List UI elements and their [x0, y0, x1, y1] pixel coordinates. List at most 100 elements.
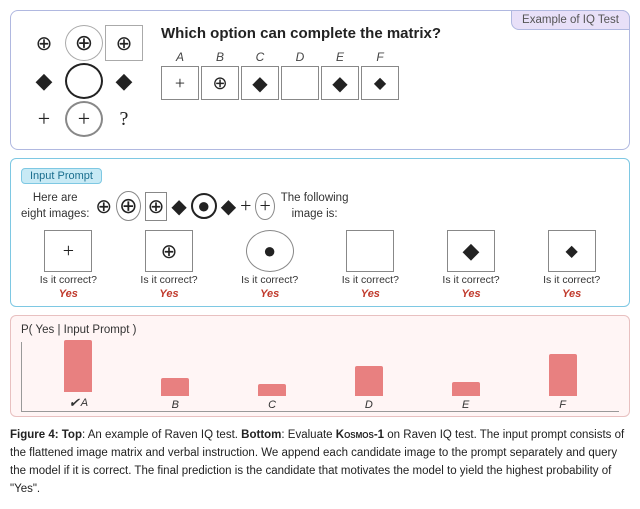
prob-bar-label-e: E — [462, 399, 469, 411]
caption-top-text: : An example of Raven IQ test. — [82, 429, 238, 441]
candidate-box-a: + — [44, 230, 92, 272]
option-box-a: + — [161, 66, 199, 100]
option-label-b: B — [216, 50, 224, 64]
prob-bar-group-f: F — [514, 354, 611, 411]
option-label-e: E — [336, 50, 344, 64]
candidate-box-f: ◆ — [548, 230, 596, 272]
prob-bar-e — [452, 382, 480, 396]
checkmark-icon: ✔ — [69, 395, 80, 411]
prompt-sym-crosshair1: ⊕ — [95, 194, 112, 219]
figure-caption: Figure 4: Top: An example of Raven IQ te… — [10, 427, 630, 498]
candidate-yes-b: Yes — [159, 288, 178, 300]
prob-chart: ✔A B C D E F — [21, 342, 619, 412]
candidate-box-b: ⊕ — [145, 230, 193, 272]
option-box-c: ◆ — [241, 66, 279, 100]
option-box-b: ⊕ — [201, 66, 239, 100]
prompt-sym-diamond1: ◆ — [171, 194, 186, 219]
prob-bar-b — [161, 378, 189, 396]
prob-bar-group-d: D — [320, 366, 417, 411]
matrix-cell-r2c1: ◆ — [25, 63, 63, 99]
prompt-badge: Input Prompt — [21, 168, 102, 184]
prompt-right-label: The following image is: — [281, 190, 349, 222]
prob-panel: P( Yes | Input Prompt ) ✔A B C D E — [10, 315, 630, 417]
matrix-cell-r3c3: ? — [105, 101, 143, 137]
option-box-e: ◆ — [321, 66, 359, 100]
option-box-d — [281, 66, 319, 100]
iq-top-section: ⊕ ⊕ ⊕ ◆ ◆ + + ? Which option can complet… — [25, 21, 615, 137]
candidate-row: + Is it correct? Yes ⊕ Is it correct? Ye… — [21, 230, 619, 300]
prob-bar-label-f: F — [559, 399, 566, 411]
prob-bar-group-b: B — [127, 378, 224, 411]
prob-bar-group-e: E — [417, 382, 514, 411]
candidate-box-d — [346, 230, 394, 272]
option-label-c: C — [256, 50, 265, 64]
candidate-yes-c: Yes — [260, 288, 279, 300]
candidate-text-a: Is it correct? — [40, 274, 97, 286]
matrix-cell-r3c1: + — [25, 101, 63, 137]
prompt-sym-plus: + — [240, 195, 251, 218]
iq-option-f: F ◆ — [361, 50, 399, 100]
option-label-a: A — [176, 50, 184, 64]
prob-bar-c — [258, 384, 286, 396]
prompt-panel: Input Prompt Here are eight images: ⊕ ⊕ … — [10, 158, 630, 307]
matrix-cell-r2c3: ◆ — [105, 63, 143, 99]
iq-question-area: Which option can complete the matrix? A … — [161, 21, 615, 100]
iq-badge: Example of IQ Test — [511, 10, 630, 30]
prob-bar-group-a: ✔A — [30, 340, 127, 411]
iq-option-c: C ◆ — [241, 50, 279, 100]
prob-bar-label-a: ✔A — [69, 395, 88, 411]
matrix-cell-r1c3: ⊕ — [105, 25, 143, 61]
iq-option-b: B ⊕ — [201, 50, 239, 100]
prompt-sym-crosshair2: ⊕ — [116, 191, 140, 221]
option-label-f: F — [376, 50, 383, 64]
iq-option-d: D — [281, 50, 319, 100]
prob-title: P( Yes | Input Prompt ) — [21, 324, 619, 336]
candidate-text-f: Is it correct? — [543, 274, 600, 286]
prompt-images-row: ⊕ ⊕ ⊕ ◆ ● ◆ + + — [95, 191, 274, 221]
iq-options-row: A + B ⊕ C ◆ D — [161, 50, 615, 100]
caption-top-label: Top — [62, 429, 82, 441]
candidate-b: ⊕ Is it correct? Yes — [122, 230, 217, 300]
option-label-d: D — [296, 50, 305, 64]
candidate-a: + Is it correct? Yes — [21, 230, 116, 300]
candidate-yes-d: Yes — [361, 288, 380, 300]
caption-kosmos-name: Kosmos-1 — [336, 429, 384, 441]
candidate-text-d: Is it correct? — [342, 274, 399, 286]
caption-bottom-label: Bottom — [241, 429, 281, 441]
candidate-d: Is it correct? Yes — [323, 230, 418, 300]
prob-bar-f — [549, 354, 577, 396]
candidate-yes-f: Yes — [562, 288, 581, 300]
prob-bar-d — [355, 366, 383, 396]
prob-bar-a — [64, 340, 92, 392]
candidate-text-e: Is it correct? — [442, 274, 499, 286]
iq-option-a: A + — [161, 50, 199, 100]
option-box-f: ◆ — [361, 66, 399, 100]
caption-figure-label: Figure 4: — [10, 429, 59, 441]
candidate-yes-e: Yes — [461, 288, 480, 300]
candidate-box-e: ◆ — [447, 230, 495, 272]
matrix-cell-r1c2: ⊕ — [65, 25, 103, 61]
prob-bar-label-b: B — [172, 399, 179, 411]
iq-matrix: ⊕ ⊕ ⊕ ◆ ◆ + + ? — [25, 25, 143, 137]
prompt-sym-diamond2: ◆ — [221, 194, 236, 219]
candidate-text-b: Is it correct? — [140, 274, 197, 286]
candidate-f: ◆ Is it correct? Yes — [524, 230, 619, 300]
prompt-sym-circle: ● — [191, 193, 217, 219]
iq-option-e: E ◆ — [321, 50, 359, 100]
prompt-sym-crosshair3: ⊕ — [145, 192, 168, 221]
candidate-text-c: Is it correct? — [241, 274, 298, 286]
iq-test-panel: Example of IQ Test ⊕ ⊕ ⊕ ◆ ◆ + + ? Which… — [10, 10, 630, 150]
prob-bar-label-c: C — [268, 399, 276, 411]
prompt-left-label: Here are eight images: — [21, 190, 89, 222]
prompt-sym-circle-plus: + — [255, 193, 274, 220]
candidate-yes-a: Yes — [59, 288, 78, 300]
matrix-cell-r1c1: ⊕ — [25, 25, 63, 61]
prob-bar-label-d: D — [365, 399, 373, 411]
prompt-main-row: Here are eight images: ⊕ ⊕ ⊕ ◆ ● ◆ + + T… — [21, 190, 619, 222]
matrix-cell-r3c2: + — [65, 101, 103, 137]
caption-bottom-text1: : Evaluate — [281, 429, 335, 441]
prob-bar-group-c: C — [224, 384, 321, 411]
candidate-e: ◆ Is it correct? Yes — [424, 230, 519, 300]
candidate-box-c: ● — [246, 230, 294, 272]
candidate-c: ● Is it correct? Yes — [222, 230, 317, 300]
